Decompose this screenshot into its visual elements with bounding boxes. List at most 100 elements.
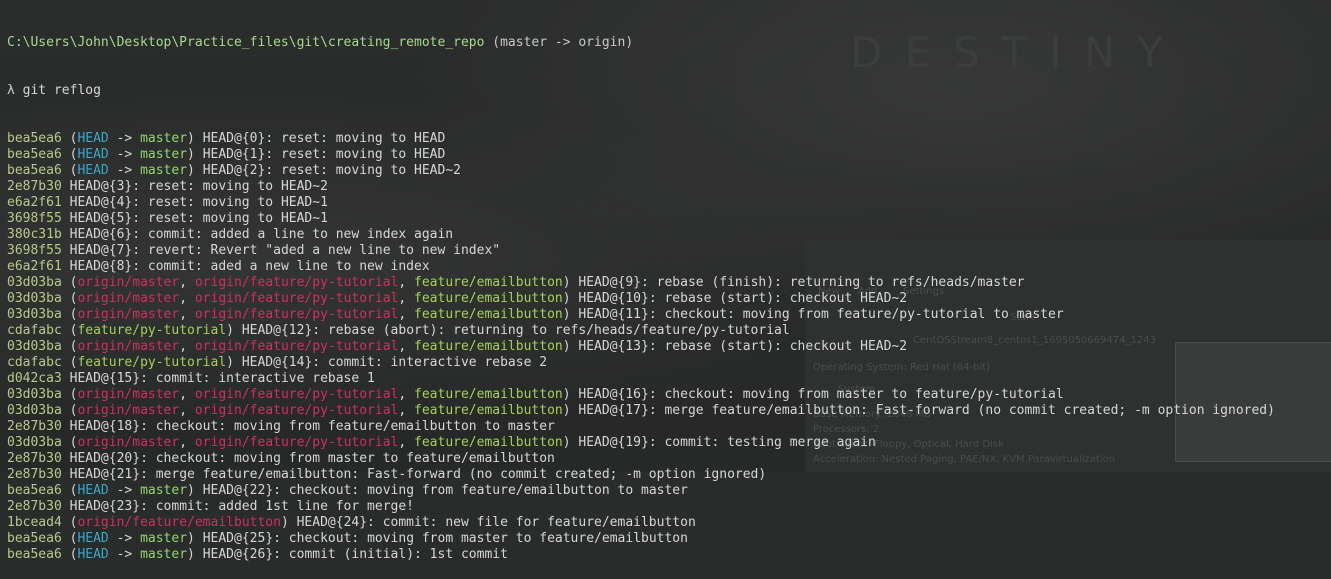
commit-hash: 2e87b30 bbox=[7, 419, 62, 434]
reflog-entry: 2e87b30 HEAD@{23}: commit: added 1st lin… bbox=[7, 499, 1331, 515]
git-branch-info: (master -> origin) bbox=[492, 35, 634, 50]
commit-hash: d042ca3 bbox=[7, 371, 62, 386]
ref-name: master bbox=[140, 547, 188, 562]
reflog-entry: 03d03ba (origin/master, origin/feature/p… bbox=[7, 307, 1064, 322]
commit-hash: 3698f55 bbox=[7, 211, 62, 226]
reflog-entry: d042ca3 HEAD@{15}: commit: interactive r… bbox=[7, 371, 1331, 387]
commit-hash: 2e87b30 bbox=[7, 467, 62, 482]
reflog-entry: 03d03ba (origin/master, origin/feature/p… bbox=[7, 387, 1064, 402]
commit-hash: bea5ea6 bbox=[7, 547, 62, 562]
commit-hash: bea5ea6 bbox=[7, 131, 62, 146]
reflog-message: HEAD@{15}: commit: interactive rebase 1 bbox=[69, 371, 375, 386]
ref-name: origin/master bbox=[77, 307, 180, 322]
ref-separator: , bbox=[179, 307, 195, 322]
reflog-message: HEAD@{12}: rebase (abort): returning to … bbox=[241, 323, 790, 338]
reflog-message: HEAD@{11}: checkout: moving from feature… bbox=[578, 307, 1064, 322]
reflog-message: HEAD@{14}: commit: interactive rebase 2 bbox=[241, 355, 548, 370]
ref-name: origin/master bbox=[77, 291, 180, 306]
reflog-entry: 03d03ba (origin/master, origin/feature/p… bbox=[7, 403, 1275, 418]
commit-hash: bea5ea6 bbox=[7, 531, 62, 546]
ref-name: master bbox=[140, 131, 188, 146]
ref-name: master bbox=[140, 531, 188, 546]
reflog-entry: bea5ea6 (HEAD -> master) HEAD@{0}: reset… bbox=[7, 131, 446, 146]
reflog-message: HEAD@{19}: commit: testing merge again bbox=[578, 435, 876, 450]
ref-name: origin/feature/py-tutorial bbox=[194, 403, 399, 418]
ref-name: origin/master bbox=[77, 387, 180, 402]
reflog-message: HEAD@{6}: commit: added a line to new in… bbox=[69, 227, 454, 242]
ref-name: origin/feature/py-tutorial bbox=[194, 307, 399, 322]
reflog-message: HEAD@{22}: checkout: moving from feature… bbox=[202, 483, 688, 498]
ref-name: origin/feature/py-tutorial bbox=[194, 435, 399, 450]
reflog-entry: 1bcead4 (origin/feature/emailbutton) HEA… bbox=[7, 515, 696, 530]
ref-name: origin/master bbox=[77, 435, 180, 450]
reflog-entry: 03d03ba (origin/master, origin/feature/p… bbox=[7, 435, 876, 450]
ref-name: origin/master bbox=[77, 339, 180, 354]
commit-hash: cdafabc bbox=[7, 355, 62, 370]
commit-hash: 2e87b30 bbox=[7, 451, 62, 466]
reflog-entry: cdafabc (feature/py-tutorial) HEAD@{12}:… bbox=[7, 323, 790, 338]
reflog-message: HEAD@{8}: commit: aded a new line to new… bbox=[69, 259, 430, 274]
commit-hash: 1bcead4 bbox=[7, 515, 62, 530]
reflog-message: HEAD@{25}: checkout: moving from master … bbox=[202, 531, 688, 546]
ref-separator: -> bbox=[108, 531, 141, 546]
reflog-entry: bea5ea6 (HEAD -> master) HEAD@{26}: comm… bbox=[7, 547, 508, 562]
reflog-message: HEAD@{16}: checkout: moving from master … bbox=[578, 387, 1064, 402]
commit-hash: 03d03ba bbox=[7, 435, 62, 450]
commit-hash: 380c31b bbox=[7, 227, 62, 242]
ref-name: HEAD bbox=[77, 131, 109, 146]
reflog-message: HEAD@{17}: merge feature/emailbutton: Fa… bbox=[578, 403, 1275, 418]
reflog-entry: 03d03ba (origin/master, origin/feature/p… bbox=[7, 339, 908, 354]
command-line[interactable]: λ git reflog bbox=[7, 83, 1331, 99]
reflog-message: HEAD@{18}: checkout: moving from feature… bbox=[69, 419, 555, 434]
reflog-entry: 3698f55 HEAD@{5}: reset: moving to HEAD~… bbox=[7, 211, 1331, 227]
reflog-message: HEAD@{13}: rebase (start): checkout HEAD… bbox=[578, 339, 908, 354]
ref-name: HEAD bbox=[77, 531, 109, 546]
ref-separator: -> bbox=[108, 163, 141, 178]
ref-separator: , bbox=[179, 339, 195, 354]
ref-name: HEAD bbox=[77, 547, 109, 562]
ref-name: master bbox=[140, 163, 188, 178]
reflog-entry: 03d03ba (origin/master, origin/feature/p… bbox=[7, 291, 908, 306]
ref-separator: , bbox=[398, 275, 415, 290]
terminal-output[interactable]: C:\Users\John\Desktop\Practice_files\git… bbox=[7, 3, 1331, 579]
ref-name: feature/emailbutton bbox=[414, 435, 563, 450]
ref-separator: -> bbox=[108, 483, 141, 498]
reflog-message: HEAD@{3}: reset: moving to HEAD~2 bbox=[69, 179, 328, 194]
ref-name: feature/emailbutton bbox=[414, 307, 563, 322]
prompt-line: C:\Users\John\Desktop\Practice_files\git… bbox=[7, 35, 1331, 51]
reflog-message: HEAD@{24}: commit: new file for feature/… bbox=[296, 515, 696, 530]
reflog-message: HEAD@{20}: checkout: moving from master … bbox=[69, 451, 555, 466]
ref-separator: , bbox=[179, 291, 195, 306]
ref-name: feature/emailbutton bbox=[414, 403, 563, 418]
reflog-entry: bea5ea6 (HEAD -> master) HEAD@{1}: reset… bbox=[7, 147, 446, 162]
reflog-entry: bea5ea6 (HEAD -> master) HEAD@{22}: chec… bbox=[7, 483, 688, 498]
ref-name: feature/emailbutton bbox=[414, 291, 563, 306]
reflog-entry: bea5ea6 (HEAD -> master) HEAD@{25}: chec… bbox=[7, 531, 688, 546]
reflog-entry: cdafabc (feature/py-tutorial) HEAD@{14}:… bbox=[7, 355, 548, 370]
commit-hash: bea5ea6 bbox=[7, 147, 62, 162]
commit-hash: 03d03ba bbox=[7, 275, 62, 290]
ref-separator: , bbox=[398, 403, 415, 418]
reflog-entry: 2e87b30 HEAD@{18}: checkout: moving from… bbox=[7, 419, 1331, 435]
ref-name: feature/emailbutton bbox=[414, 275, 563, 290]
ref-separator: , bbox=[398, 339, 415, 354]
reflog-message: HEAD@{2}: reset: moving to HEAD~2 bbox=[202, 163, 461, 178]
reflog-message: HEAD@{1}: reset: moving to HEAD bbox=[202, 147, 446, 162]
ref-name: HEAD bbox=[77, 483, 109, 498]
ref-separator: -> bbox=[108, 147, 141, 162]
commit-hash: bea5ea6 bbox=[7, 163, 62, 178]
commit-hash: e6a2f61 bbox=[7, 259, 62, 274]
ref-name: origin/feature/py-tutorial bbox=[194, 339, 399, 354]
ref-separator: -> bbox=[108, 547, 141, 562]
ref-separator: -> bbox=[108, 131, 141, 146]
commit-hash: bea5ea6 bbox=[7, 483, 62, 498]
reflog-message: HEAD@{7}: revert: Revert "aded a new lin… bbox=[69, 243, 501, 258]
reflog-entry: 3698f55 HEAD@{7}: revert: Revert "aded a… bbox=[7, 243, 1331, 259]
commit-hash: 3698f55 bbox=[7, 243, 62, 258]
ref-name: HEAD bbox=[77, 163, 109, 178]
commit-hash: 03d03ba bbox=[7, 403, 62, 418]
commit-hash: 03d03ba bbox=[7, 291, 62, 306]
ref-separator: , bbox=[179, 435, 195, 450]
reflog-message: HEAD@{4}: reset: moving to HEAD~1 bbox=[69, 195, 328, 210]
ref-name: HEAD bbox=[77, 147, 109, 162]
